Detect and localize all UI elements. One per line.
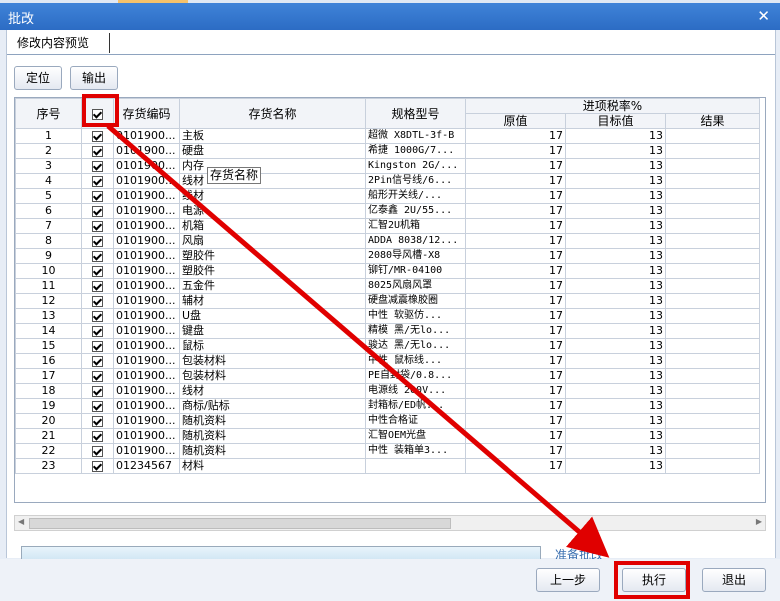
annotation-arrow bbox=[106, 124, 610, 558]
arrow-line bbox=[106, 124, 610, 558]
